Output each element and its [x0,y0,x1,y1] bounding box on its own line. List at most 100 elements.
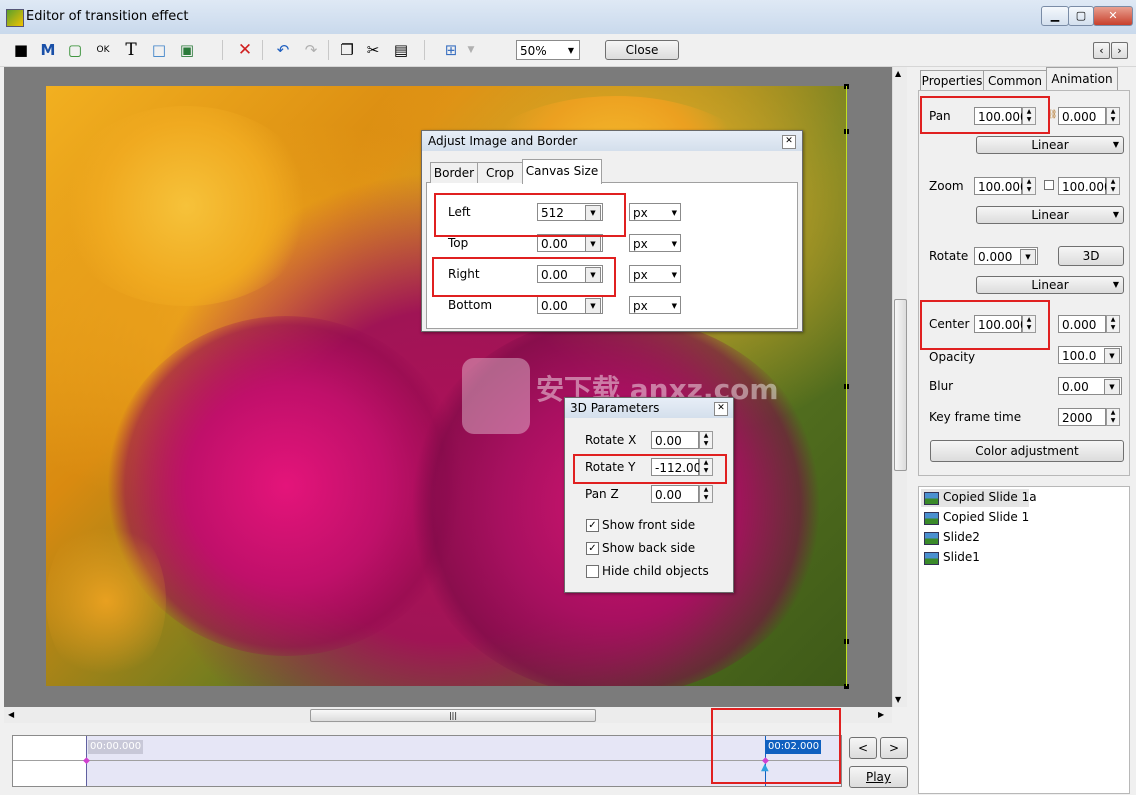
pan-mode-select[interactable]: Linear ▼ [976,136,1124,154]
slide-icon [924,532,939,545]
opacity-input[interactable]: 100.0 ▼ [1058,346,1122,364]
top-value: 0.00 [541,237,568,251]
watermark-logo [462,358,530,434]
center-y-input[interactable]: 0.000 [1058,315,1106,333]
highlight-box [434,193,626,237]
vertical-scroll-thumb[interactable] [894,299,907,471]
color-adjustment-button[interactable]: Color adjustment [930,440,1124,462]
chevron-down-icon[interactable]: ▼ [1104,379,1120,395]
spinner-icon[interactable]: ▲ ▼ [1106,408,1120,426]
rectangle-icon[interactable]: □ [148,40,170,60]
tab-crop[interactable]: Crop [477,162,523,183]
delete-icon[interactable]: ✕ [234,40,256,60]
3d-button[interactable]: 3D [1058,246,1124,266]
rotate-label: Rotate [929,249,969,263]
chevron-down-icon: ▼ [1112,280,1119,289]
maximize-button[interactable]: ▢ [1068,6,1094,26]
vertical-scrollbar[interactable]: ▲ ▼ [892,67,907,707]
text-icon[interactable]: T [120,40,142,60]
dialog-titlebar[interactable]: Adjust Image and Border ✕ [422,131,802,151]
next-keyframe-button[interactable]: > [880,737,908,759]
list-item[interactable]: Copied Slide 1 [943,510,1029,524]
scroll-up-icon[interactable]: ▲ [895,69,901,78]
spinner-icon[interactable]: ▲ ▼ [1106,177,1120,195]
left-unit-select[interactable]: px ▼ [629,203,681,221]
show-back-checkbox[interactable]: ✓ [586,542,599,555]
grid-icon[interactable]: ⊞ [440,40,462,60]
chevron-down-icon[interactable]: ▼ [585,236,601,252]
zoom-x-input[interactable]: 100.000 [974,177,1028,195]
zoom-mode-select[interactable]: Linear ▼ [976,206,1124,224]
pan-z-input[interactable]: 0.00 [651,485,699,503]
next-arrow-button[interactable]: › [1111,42,1128,59]
keyframe-time-input[interactable]: 2000 [1058,408,1106,426]
frame-icon[interactable]: ▢ [64,40,86,60]
close-icon[interactable]: ✕ [782,135,796,149]
spinner-icon[interactable]: ▲ ▼ [699,431,713,449]
spinner-icon[interactable]: ▲ ▼ [1106,107,1120,125]
bottom-unit-select[interactable]: px ▼ [629,296,681,314]
zoom-lock-checkbox[interactable] [1044,180,1054,190]
zoom-value: 50% [520,44,547,58]
flower-bloom [56,106,316,306]
blur-input[interactable]: 0.00 ▼ [1058,377,1122,395]
tab-common[interactable]: Common [983,70,1047,91]
selection-edge [846,86,847,686]
spinner-icon[interactable]: ▲ ▼ [1106,315,1120,333]
tab-border[interactable]: Border [430,162,478,183]
top-unit-select[interactable]: px ▼ [629,234,681,252]
adjust-image-dialog[interactable]: Adjust Image and Border ✕ Border Crop Ca… [421,130,803,332]
cut-icon[interactable]: ✂ [362,40,384,60]
rotate-x-input[interactable]: 0.00 [651,431,699,449]
prev-keyframe-button[interactable]: < [849,737,877,759]
scroll-left-icon[interactable]: ◀ [8,710,14,719]
spinner-icon[interactable]: ▲ ▼ [699,485,713,503]
play-button[interactable]: Play [849,766,908,788]
zoom-select[interactable]: 50% ▼ [516,40,580,60]
undo-icon[interactable]: ↶ [272,40,294,60]
3d-parameters-dialog[interactable]: 3D Parameters ✕ Rotate X 0.00 ▲ ▼ Rotate … [564,397,734,593]
redo-icon[interactable]: ↷ [300,40,322,60]
highlight-box [920,96,1050,134]
tab-animation[interactable]: Animation [1046,67,1118,92]
dialog-titlebar[interactable]: 3D Parameters ✕ [565,398,733,418]
show-front-checkbox[interactable]: ✓ [586,519,599,532]
highlight-box [711,708,841,784]
hide-child-checkbox[interactable] [586,565,599,578]
image-icon[interactable]: ▣ [176,40,198,60]
chevron-down-icon[interactable]: ▼ [1020,249,1036,265]
blur-label: Blur [929,379,954,393]
dialog-title: 3D Parameters [570,401,660,415]
list-item[interactable]: Slide2 [943,530,980,544]
close-icon[interactable]: ✕ [714,402,728,416]
chevron-down-icon[interactable]: ▼ [585,298,601,314]
list-item[interactable]: Slide1 [943,550,980,564]
rotate-input[interactable]: 0.000 ▼ [974,247,1038,265]
close-window-button[interactable]: ✕ [1093,6,1133,26]
prev-arrow-button[interactable]: ‹ [1093,42,1110,59]
tab-canvas-size[interactable]: Canvas Size [522,159,602,184]
copy-icon[interactable]: ❐ [336,40,358,60]
zoom-y-input[interactable]: 100.000 [1058,177,1112,195]
minimize-button[interactable]: ▁ [1041,6,1069,26]
bottom-input[interactable]: 0.00 ▼ [537,296,603,314]
close-button[interactable]: Close [605,40,679,60]
pan-y-input[interactable]: 0.000 [1058,107,1106,125]
m-icon[interactable]: M [37,40,59,60]
horizontal-scroll-thumb[interactable]: ||| [310,709,596,722]
camera-icon[interactable]: ■ [10,40,32,60]
paste-icon[interactable]: ▤ [390,40,412,60]
spinner-icon[interactable]: ▲ ▼ [1022,177,1036,195]
rotate-mode-select[interactable]: Linear ▼ [976,276,1124,294]
scroll-down-icon[interactable]: ▼ [895,695,901,704]
grid-dropdown-icon[interactable]: ▼ [460,40,482,60]
keyframe-marker-icon[interactable]: ◆ [83,756,90,766]
scroll-right-icon[interactable]: ▶ [878,710,884,719]
list-item[interactable]: Copied Slide 1a [943,490,1037,504]
ok-icon[interactable]: OK [92,40,114,60]
highlight-box [920,300,1050,350]
chevron-down-icon[interactable]: ▼ [1104,348,1120,364]
highlight-box [432,257,616,297]
tab-properties[interactable]: Properties [920,70,984,91]
right-unit-select[interactable]: px ▼ [629,265,681,283]
